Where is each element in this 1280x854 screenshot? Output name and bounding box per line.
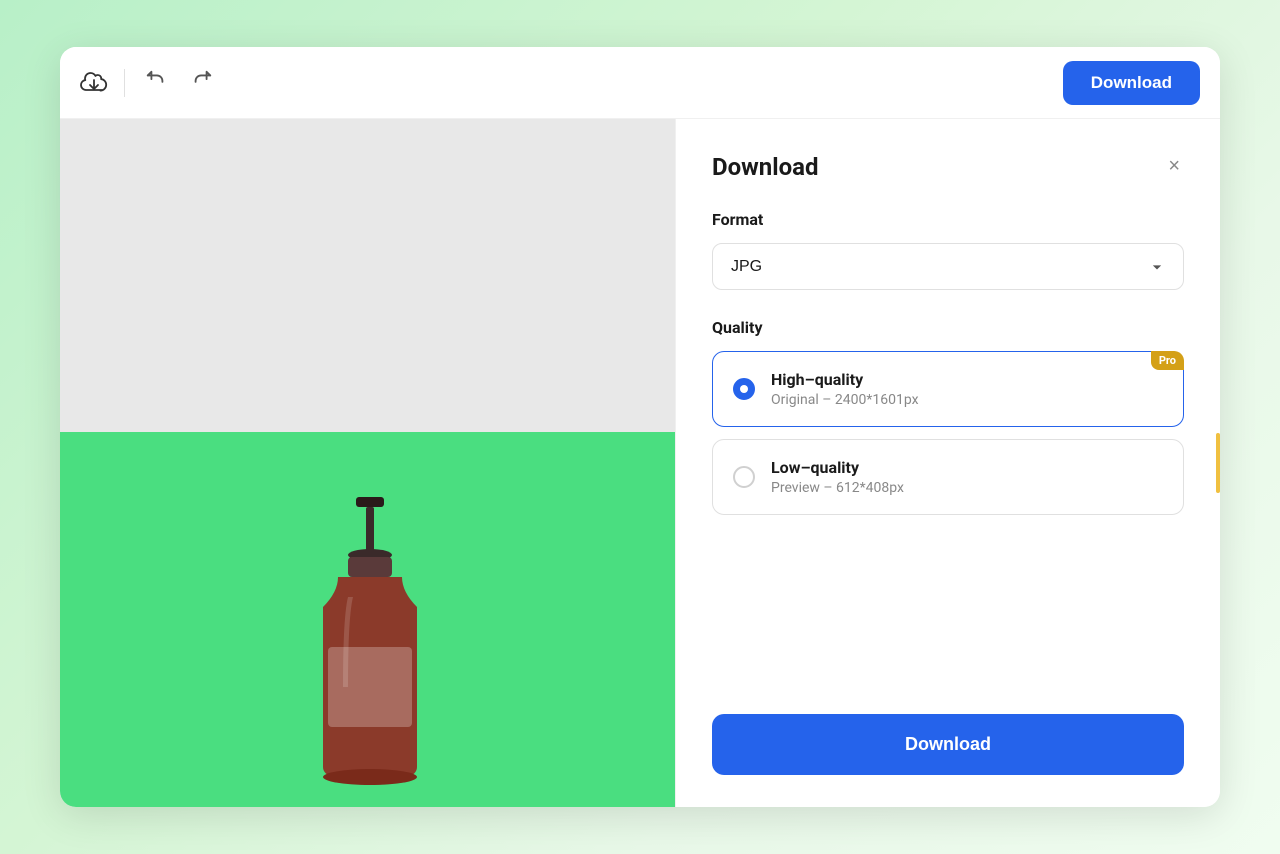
quality-option-low[interactable]: Low–quality Preview – 612*408px (712, 439, 1184, 515)
toolbar-download-button[interactable]: Download (1063, 61, 1200, 105)
scrollbar-hint (1216, 433, 1220, 493)
canvas-top (60, 119, 675, 432)
format-section: Format JPG PNG WEBP PDF (712, 210, 1184, 290)
quality-high-name: High–quality (771, 370, 1163, 389)
panel-header: Download × (712, 151, 1184, 182)
quality-high-desc: Original – 2400*1601px (771, 392, 1163, 408)
quality-section: Quality High–quality Original – 2400*160… (712, 318, 1184, 527)
quality-low-text: Low–quality Preview – 612*408px (771, 458, 1163, 496)
pro-badge: Pro (1151, 351, 1184, 370)
panel-download-button[interactable]: Download (712, 714, 1184, 775)
undo-button[interactable] (141, 65, 171, 100)
bottle-svg (248, 487, 488, 807)
quality-option-high[interactable]: High–quality Original – 2400*1601px Pro (712, 351, 1184, 427)
radio-high (733, 378, 755, 400)
format-label: Format (712, 210, 1184, 229)
quality-low-name: Low–quality (771, 458, 1163, 477)
canvas-area (60, 119, 675, 807)
app-container: Download (60, 47, 1220, 807)
cloud-icon[interactable] (80, 72, 108, 94)
radio-high-dot (740, 385, 748, 393)
redo-button[interactable] (187, 65, 217, 100)
panel-title: Download (712, 153, 818, 181)
toolbar-left (80, 65, 1047, 100)
bottle-container (248, 432, 488, 807)
download-panel: Download × Format JPG PNG WEBP PDF Quali… (675, 119, 1220, 807)
quality-high-text: High–quality Original – 2400*1601px (771, 370, 1163, 408)
toolbar-divider (124, 69, 125, 97)
close-button[interactable]: × (1164, 151, 1184, 182)
toolbar: Download (60, 47, 1220, 119)
main-content: Download × Format JPG PNG WEBP PDF Quali… (60, 119, 1220, 807)
canvas-bottom (60, 432, 675, 807)
radio-low (733, 466, 755, 488)
quality-low-desc: Preview – 612*408px (771, 480, 1163, 496)
format-select[interactable]: JPG PNG WEBP PDF (712, 243, 1184, 290)
quality-label: Quality (712, 318, 1184, 337)
